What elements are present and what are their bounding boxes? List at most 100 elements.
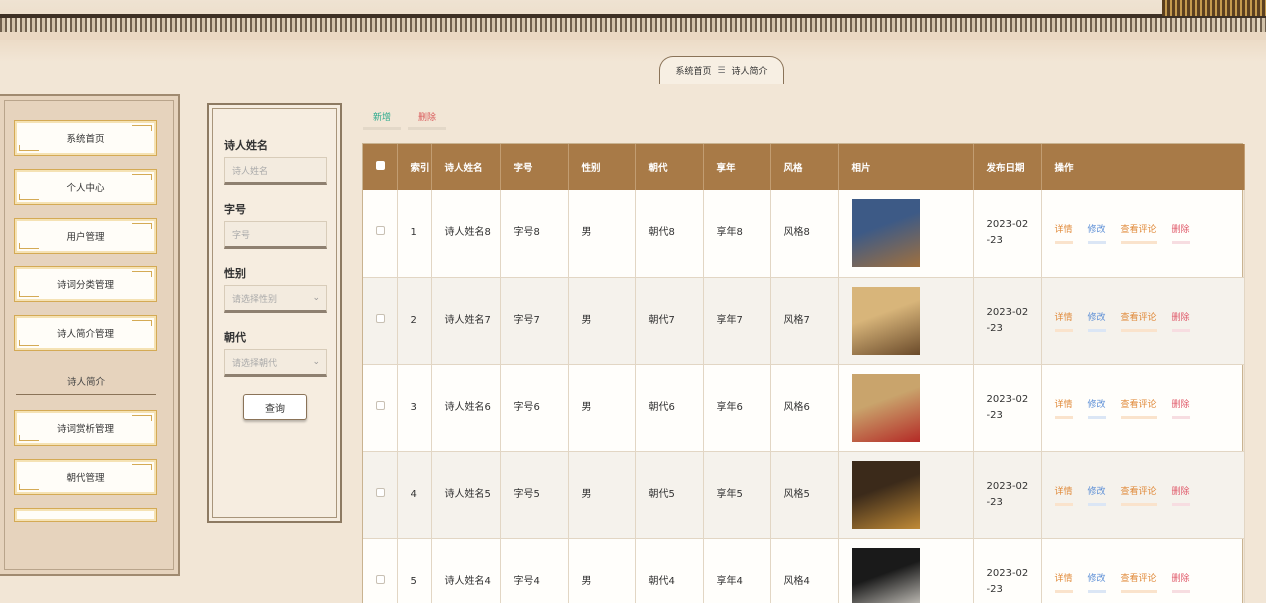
edit-button[interactable]: 修改 — [1087, 484, 1106, 506]
poet-photo[interactable] — [851, 460, 920, 529]
sidebar-item-users[interactable]: 用户管理 — [14, 218, 157, 254]
cell-alias: 字号6 — [500, 364, 569, 452]
cell-gender: 男 — [568, 190, 636, 278]
poet-photo[interactable] — [851, 286, 920, 355]
dynasty-label: 朝代 — [224, 331, 246, 344]
table-row: 4 诗人姓名5 字号5 男朝代5 享年5 风格5 2023-02-23 详情 修改 查看评论 删除 — [363, 451, 1245, 539]
delete-button[interactable]: 删除 — [1171, 397, 1190, 419]
sidebar-item-home[interactable]: 系统首页 — [14, 120, 157, 156]
header-date: 发布日期 — [973, 144, 1042, 190]
edit-button[interactable]: 修改 — [1087, 571, 1106, 593]
edit-button[interactable]: 修改 — [1087, 222, 1106, 245]
cell-name: 诗人姓名8 — [431, 190, 501, 278]
cell-alias: 字号7 — [500, 277, 569, 365]
batch-delete-button[interactable]: 删除 — [408, 106, 446, 130]
cell-alias: 字号8 — [500, 190, 569, 278]
row-checkbox[interactable] — [363, 277, 398, 365]
cell-gender: 男 — [568, 364, 636, 452]
cell-date: 2023-02-23 — [973, 277, 1042, 365]
cell-gender: 男 — [568, 451, 636, 539]
add-button[interactable]: 新增 — [363, 106, 401, 130]
cell-style: 风格6 — [770, 364, 839, 452]
dynasty-select[interactable]: 请选择朝代 ⌄ — [224, 349, 327, 377]
header-age: 享年 — [703, 144, 771, 190]
delete-button[interactable]: 删除 — [1171, 571, 1190, 593]
cell-alias: 字号4 — [500, 538, 569, 603]
poet-photo[interactable] — [851, 547, 920, 603]
search-panel: 诗人姓名 诗人姓名 字号 字号 性别 请选择性别 ⌄ 朝代 请选择朝代 ⌄ 查询 — [207, 103, 342, 523]
sidebar-item-dynasty[interactable]: 朝代管理 — [14, 459, 157, 495]
select-all-checkbox[interactable] — [363, 144, 398, 190]
cell-index: 5 — [397, 538, 432, 603]
header-style: 风格 — [770, 144, 839, 190]
cell-dynasty: 朝代8 — [635, 190, 704, 278]
view-comments-button[interactable]: 查看评论 — [1120, 484, 1157, 506]
cell-dynasty: 朝代4 — [635, 538, 704, 603]
poet-photo[interactable] — [851, 199, 920, 268]
row-checkbox[interactable] — [363, 451, 398, 539]
table-row: 3 诗人姓名6 字号6 男朝代6 享年6 风格6 2023-02-23 详情 修改 查看评论 删除 — [363, 364, 1245, 452]
poet-photo[interactable] — [851, 373, 920, 442]
cell-age: 享年5 — [703, 451, 771, 539]
header-alias: 字号 — [500, 144, 569, 190]
row-checkbox[interactable] — [363, 364, 398, 452]
row-checkbox[interactable] — [363, 538, 398, 603]
cell-gender: 男 — [568, 277, 636, 365]
cell-date: 2023-02-23 — [973, 538, 1042, 603]
sidebar-item-profile[interactable]: 个人中心 — [14, 169, 157, 205]
cell-style: 风格8 — [770, 190, 839, 278]
cell-photo — [838, 538, 974, 603]
sidebar-item-poem-categories[interactable]: 诗词分类管理 — [14, 266, 157, 302]
edit-button[interactable]: 修改 — [1087, 310, 1106, 332]
view-comments-button[interactable]: 查看评论 — [1120, 222, 1157, 245]
sidebar-section-title: 诗人简介 — [16, 374, 156, 395]
sidebar-item-poet-intro[interactable]: 诗人简介管理 — [14, 315, 157, 351]
cell-name: 诗人姓名7 — [431, 277, 501, 365]
cell-photo — [838, 451, 974, 539]
view-comments-button[interactable]: 查看评论 — [1120, 571, 1157, 593]
cell-date: 2023-02-23 — [973, 364, 1042, 452]
gender-label: 性别 — [224, 267, 246, 280]
sidebar-item-poem-appreciation[interactable]: 诗词赏析管理 — [14, 410, 157, 446]
detail-button[interactable]: 详情 — [1054, 222, 1073, 245]
name-label: 诗人姓名 — [224, 139, 268, 152]
delete-button[interactable]: 删除 — [1171, 484, 1190, 506]
breadcrumb: 系统首页 ☰ 诗人简介 — [659, 56, 784, 84]
cell-gender: 男 — [568, 538, 636, 603]
row-checkbox[interactable] — [363, 190, 398, 278]
name-input[interactable]: 诗人姓名 — [224, 157, 327, 185]
cell-date: 2023-02-23 — [973, 190, 1042, 278]
cell-index: 2 — [397, 277, 432, 365]
detail-button[interactable]: 详情 — [1054, 397, 1073, 419]
detail-button[interactable]: 详情 — [1054, 571, 1073, 593]
cell-style: 风格5 — [770, 451, 839, 539]
alias-label: 字号 — [224, 203, 246, 216]
breadcrumb-home[interactable]: 系统首页 — [675, 64, 711, 77]
view-comments-button[interactable]: 查看评论 — [1120, 397, 1157, 419]
cell-ops: 详情 修改 查看评论 删除 — [1041, 451, 1245, 539]
header-dynasty: 朝代 — [635, 144, 704, 190]
corner-ornament — [1162, 0, 1266, 16]
sidebar-item-partial[interactable] — [14, 508, 157, 522]
alias-input[interactable]: 字号 — [224, 221, 327, 249]
header-gender: 性别 — [568, 144, 636, 190]
cell-index: 4 — [397, 451, 432, 539]
table-row: 1 诗人姓名8 字号8 男朝代8 享年8 风格8 2023-02-23 详情 修改 查看评论 删除 — [363, 190, 1245, 278]
cell-age: 享年7 — [703, 277, 771, 365]
sidebar: 系统首页 个人中心 用户管理 诗词分类管理 诗人简介管理 诗人简介 诗词赏析管理… — [0, 94, 180, 576]
cell-name: 诗人姓名4 — [431, 538, 501, 603]
delete-button[interactable]: 删除 — [1171, 310, 1190, 332]
detail-button[interactable]: 详情 — [1054, 310, 1073, 332]
query-button[interactable]: 查询 — [243, 394, 307, 420]
cell-ops: 详情 修改 查看评论 删除 — [1041, 538, 1245, 603]
view-comments-button[interactable]: 查看评论 — [1120, 310, 1157, 332]
detail-button[interactable]: 详情 — [1054, 484, 1073, 506]
gender-select[interactable]: 请选择性别 ⌄ — [224, 285, 327, 313]
cell-dynasty: 朝代6 — [635, 364, 704, 452]
breadcrumb-current: 诗人简介 — [731, 67, 768, 77]
delete-button[interactable]: 删除 — [1171, 222, 1190, 245]
edit-button[interactable]: 修改 — [1087, 397, 1106, 419]
cell-age: 享年6 — [703, 364, 771, 452]
cell-dynasty: 朝代5 — [635, 451, 704, 539]
header-ops: 操作 — [1041, 144, 1245, 190]
